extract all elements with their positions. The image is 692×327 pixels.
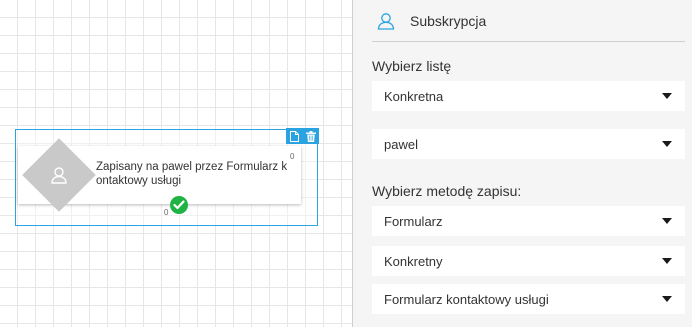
node-description: Zapisany na pawel przez Formularz kontak… xyxy=(96,161,288,187)
method-section-label: Wybierz metodę zapisu: xyxy=(372,183,522,199)
caret-down-icon xyxy=(662,296,672,302)
user-icon xyxy=(47,163,71,187)
method-type-select[interactable]: Formularz xyxy=(372,206,685,236)
check-icon xyxy=(170,196,188,214)
caret-down-icon xyxy=(662,258,672,264)
user-icon xyxy=(377,12,395,30)
list-type-value: Konkretna xyxy=(384,88,444,104)
list-select[interactable]: pawel xyxy=(372,129,685,159)
panel-header: Subskrypcja xyxy=(372,0,685,42)
properties-panel: Subskrypcja Wybierz listę Konkretna pawe… xyxy=(353,0,692,327)
list-section-label: Wybierz listę xyxy=(372,58,452,74)
node-port-top-count: 0 xyxy=(290,152,295,161)
method-mode-select[interactable]: Konkretny xyxy=(372,246,685,276)
method-type-value: Formularz xyxy=(384,213,443,229)
caret-down-icon xyxy=(662,218,672,224)
trash-icon[interactable] xyxy=(305,130,317,142)
caret-down-icon xyxy=(662,141,672,147)
node-port-bottom-count: 0 xyxy=(164,208,169,217)
list-type-select[interactable]: Konkretna xyxy=(372,81,685,111)
form-select[interactable]: Formularz kontaktowy usługi xyxy=(372,284,685,314)
file-icon[interactable] xyxy=(288,130,300,142)
panel-title: Subskrypcja xyxy=(410,12,487,29)
form-value: Formularz kontaktowy usługi xyxy=(384,291,549,307)
node-toolbar xyxy=(286,128,319,144)
method-mode-value: Konkretny xyxy=(384,253,443,269)
caret-down-icon xyxy=(662,93,672,99)
list-value: pawel xyxy=(384,136,418,152)
